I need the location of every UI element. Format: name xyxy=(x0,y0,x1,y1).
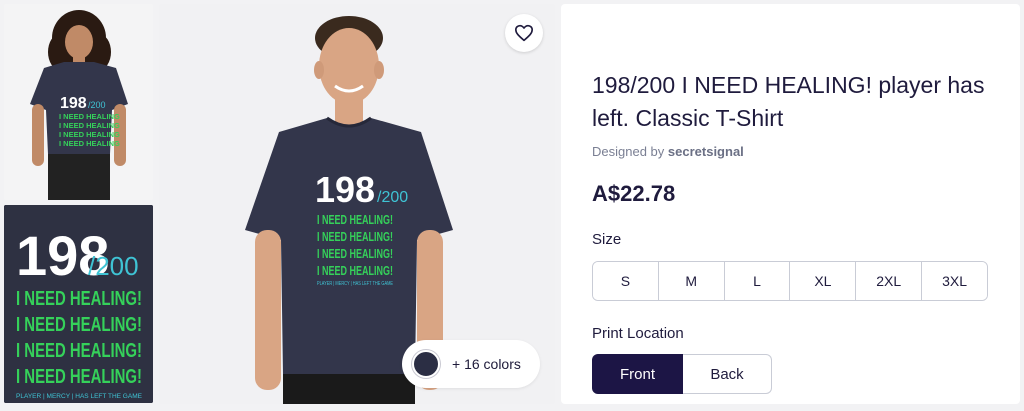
svg-text:/200: /200 xyxy=(88,100,106,110)
more-colors-label: + 16 colors xyxy=(452,356,521,372)
shirt-graphic-line: I NEED HEALING! xyxy=(317,229,393,244)
print-location-front-button[interactable]: Front xyxy=(592,354,683,394)
shirt-graphic-footer: PLAYER | MERCY | HAS LEFT THE GAME xyxy=(317,281,394,287)
svg-text:I NEED HEALING: I NEED HEALING xyxy=(59,121,120,130)
svg-text:198: 198 xyxy=(60,95,87,112)
svg-text:I NEED HEALING: I NEED HEALING xyxy=(59,139,120,148)
size-option-2xl[interactable]: 2XL xyxy=(856,262,923,300)
designer-link[interactable]: secretsignal xyxy=(668,144,744,159)
size-option-m[interactable]: M xyxy=(658,262,725,300)
size-option-s[interactable]: S xyxy=(593,262,659,300)
heart-icon xyxy=(514,24,533,42)
size-option-l[interactable]: L xyxy=(724,262,791,300)
product-details-panel: 198/200 I NEED HEALING! player has left.… xyxy=(561,4,1020,404)
design-thumbnail-graphic: 198 /200 I NEED HEALING! I NEED HEALING!… xyxy=(4,205,153,403)
thumbnail-model[interactable]: 198 /200 I NEED HEALING I NEED HEALING I… xyxy=(4,4,153,200)
product-page: 198 /200 I NEED HEALING I NEED HEALING I… xyxy=(0,0,1024,411)
print-location-label: Print Location xyxy=(592,325,684,342)
graphic-total: /200 xyxy=(88,251,139,281)
svg-text:I NEED HEALING: I NEED HEALING xyxy=(59,130,120,139)
graphic-line: I NEED HEALING! xyxy=(16,366,142,388)
graphic-line: I NEED HEALING! xyxy=(16,314,142,336)
favorite-button[interactable] xyxy=(505,14,543,52)
selected-color-swatch xyxy=(412,350,440,378)
size-option-xl[interactable]: XL xyxy=(790,262,857,300)
shirt-graphic-line: I NEED HEALING! xyxy=(317,263,393,278)
color-picker-button[interactable]: + 16 colors xyxy=(402,340,540,388)
graphic-line: I NEED HEALING! xyxy=(16,288,142,310)
product-title: 198/200 I NEED HEALING! player has left.… xyxy=(592,72,985,131)
svg-text:I NEED HEALING: I NEED HEALING xyxy=(59,112,120,121)
graphic-line: I NEED HEALING! xyxy=(16,340,142,362)
product-price: A$22.78 xyxy=(592,181,676,206)
size-label: Size xyxy=(592,231,622,248)
graphic-footer: PLAYER | MERCY | HAS LEFT THE GAME xyxy=(16,393,143,400)
main-product-image: 198 /200 I NEED HEALING! I NEED HEALING!… xyxy=(159,4,555,404)
thumbnail-design[interactable]: 198 /200 I NEED HEALING! I NEED HEALING!… xyxy=(4,205,153,403)
designer-credit: Designed by secretsignal xyxy=(592,144,744,159)
shirt-graphic-line: I NEED HEALING! xyxy=(317,212,393,227)
designed-by-label: Designed by xyxy=(592,144,665,159)
size-option-3xl[interactable]: 3XL xyxy=(922,262,987,300)
shirt-graphic-number: 198 xyxy=(315,169,375,210)
size-selector: S M L XL 2XL 3XL xyxy=(592,261,988,301)
shirt-graphic-line: I NEED HEALING! xyxy=(317,246,393,261)
print-location-back-button[interactable]: Back xyxy=(683,354,772,394)
shirt-graphic-total: /200 xyxy=(377,189,408,206)
model-thumbnail-image: 198 /200 I NEED HEALING I NEED HEALING I… xyxy=(4,4,153,200)
